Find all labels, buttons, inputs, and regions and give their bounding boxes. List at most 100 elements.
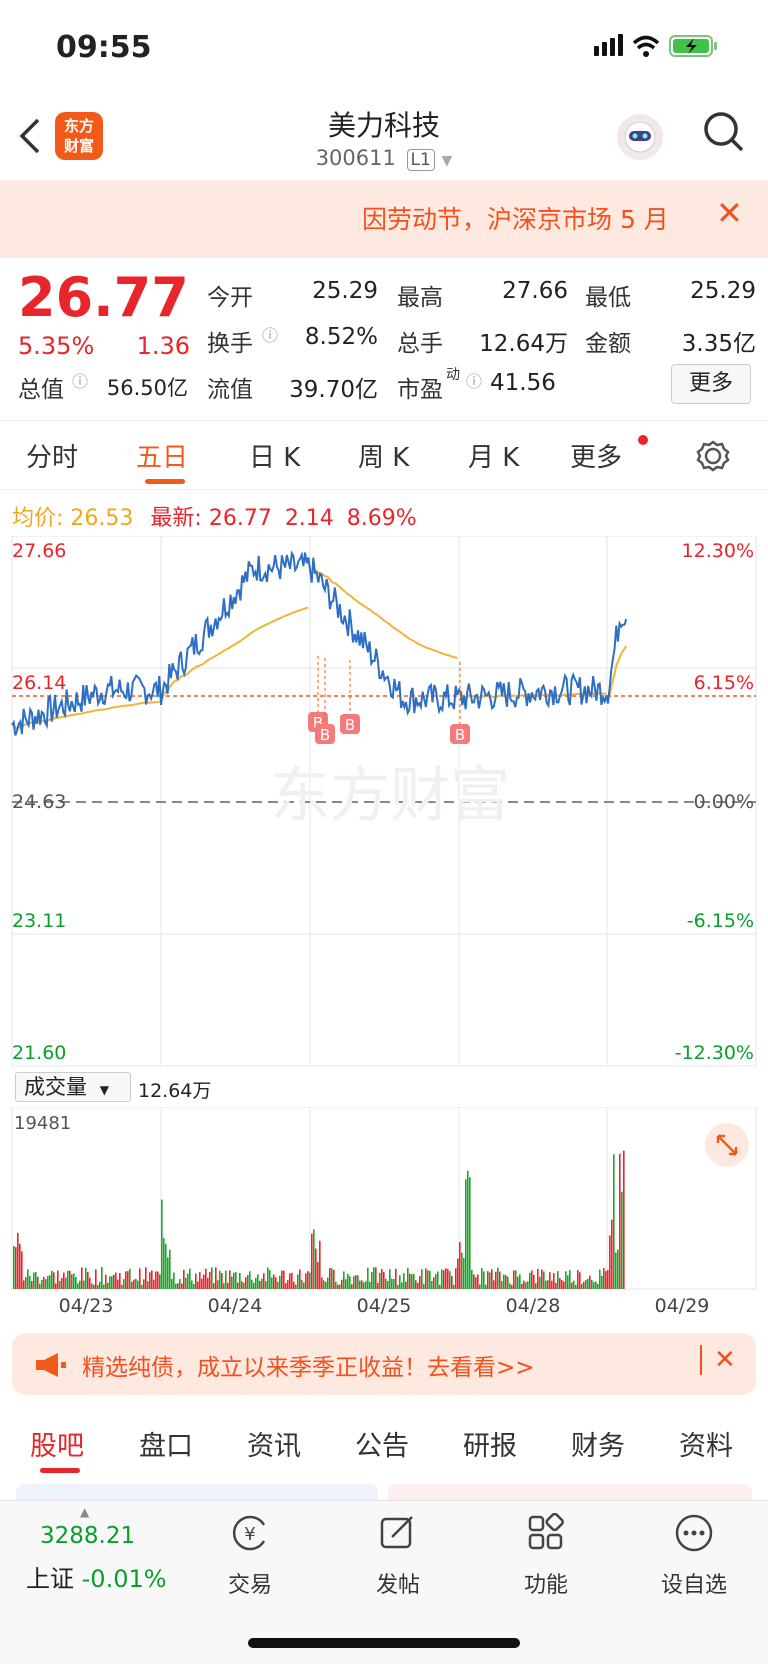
volume-bar: [179, 1279, 181, 1289]
info-icon[interactable]: ⓘ: [466, 368, 482, 392]
volume-bar: [479, 1284, 481, 1289]
tab-announcements[interactable]: 公告: [355, 1424, 409, 1463]
volume-bar: [291, 1272, 293, 1289]
volume-bar: [335, 1281, 337, 1289]
close-icon[interactable]: ✕: [716, 194, 743, 232]
price-chart[interactable]: 东方财富 BBBB 27.66 26.14 24.63 23.11 21.60 …: [0, 536, 768, 1070]
info-icon[interactable]: ⓘ: [262, 322, 278, 346]
tab-intraday[interactable]: 分时: [26, 437, 78, 474]
index-row[interactable]: 上证 -0.01%: [26, 1559, 167, 1594]
volume-bar: [61, 1278, 63, 1289]
megaphone-icon: [36, 1353, 66, 1377]
volume-bar: [13, 1246, 15, 1289]
volume-bar: [333, 1270, 335, 1289]
volume-bar: [165, 1243, 167, 1289]
volume-bar: [501, 1281, 503, 1289]
volume-bar: [101, 1267, 103, 1289]
settings-gear-icon[interactable]: [696, 439, 730, 473]
volume-bar: [155, 1271, 157, 1289]
volume-bar: [345, 1279, 347, 1289]
volume-bar: [581, 1283, 583, 1289]
volume-bar: [349, 1276, 351, 1289]
change-pct: 5.35%: [18, 332, 95, 360]
volume-bar: [299, 1269, 301, 1289]
volume-bar: [505, 1275, 507, 1289]
volume-bar: [241, 1281, 243, 1289]
volume-selector[interactable]: 成交量 ▼: [15, 1072, 131, 1102]
tab-research[interactable]: 研报: [463, 1424, 517, 1463]
volume-bar: [451, 1275, 453, 1289]
caret-down-icon: ▼: [99, 1083, 109, 1097]
tab-profile[interactable]: 资料: [679, 1424, 733, 1463]
volume-bar: [17, 1232, 19, 1289]
volume-bar: [131, 1281, 133, 1289]
volume-bar: [485, 1284, 487, 1289]
tab-daily-k[interactable]: 日 K: [249, 437, 300, 474]
grid-icon[interactable]: [526, 1513, 566, 1553]
compose-icon[interactable]: [378, 1513, 418, 1553]
volume-bar: [513, 1270, 515, 1289]
volume-bar: [83, 1280, 85, 1289]
tab-forum[interactable]: 股吧: [30, 1424, 84, 1463]
nav-add-watchlist[interactable]: 设自选: [644, 1567, 744, 1599]
volume-bar: [419, 1276, 421, 1289]
notification-dot: [638, 435, 648, 445]
volume-bar: [555, 1283, 557, 1289]
tab-weekly-k[interactable]: 周 K: [358, 437, 409, 474]
volume-bar: [407, 1268, 409, 1289]
tab-more[interactable]: 更多: [570, 437, 622, 474]
nav-functions[interactable]: 功能: [496, 1567, 596, 1599]
volume-bar: [449, 1271, 451, 1289]
volume-bar: [181, 1283, 183, 1289]
more-dots-icon[interactable]: [674, 1513, 714, 1553]
volume-bar: [397, 1284, 399, 1289]
more-button[interactable]: 更多: [671, 364, 751, 404]
current-price: 26.77: [18, 266, 189, 329]
volume-bar: [391, 1278, 393, 1289]
volume-bar: [369, 1281, 371, 1289]
volume-bar: [321, 1277, 323, 1289]
volume-bar: [47, 1276, 49, 1289]
volume-bar: [297, 1274, 299, 1289]
volume-bar: [319, 1240, 321, 1289]
volume-bar: [267, 1267, 269, 1289]
volume-bar: [313, 1229, 315, 1289]
search-icon[interactable]: [702, 110, 746, 154]
volume-bar: [19, 1243, 21, 1289]
volume-bar: [341, 1279, 343, 1289]
nav-post[interactable]: 发帖: [348, 1567, 448, 1599]
tab-order-book[interactable]: 盘口: [139, 1424, 193, 1463]
volume-bar: [503, 1274, 505, 1289]
volume-bar: [227, 1282, 229, 1289]
volume-bar: [57, 1270, 59, 1289]
volume-bar: [579, 1272, 581, 1289]
volume-bar: [491, 1269, 493, 1289]
volume-bar: [219, 1270, 221, 1289]
assistant-avatar[interactable]: [617, 114, 663, 160]
volume-bar: [577, 1270, 579, 1289]
nav-trade[interactable]: 交易: [200, 1567, 300, 1599]
volume-bar: [381, 1269, 383, 1289]
y-right-label: 0.00%: [694, 791, 754, 813]
latest-change: 2.14: [284, 506, 334, 531]
volume-bar: [133, 1279, 135, 1289]
status-time: 09:55: [56, 30, 152, 65]
volume-bar: [617, 1249, 619, 1289]
tab-monthly-k[interactable]: 月 K: [468, 437, 519, 474]
tab-five-day[interactable]: 五日: [136, 437, 188, 474]
volume-chart[interactable]: 19481 04/23 04/24 04/25 04/28 04/29: [0, 1107, 768, 1317]
notice-banner[interactable]: 因劳动节，沪深京市场 5 月 ✕: [0, 180, 768, 258]
volume-bar: [337, 1284, 339, 1289]
change-amt: 1.36: [136, 332, 190, 360]
tab-financials[interactable]: 财务: [571, 1424, 625, 1463]
price-line: [11, 550, 628, 736]
buy-marker-label: B: [320, 726, 330, 744]
volume-bar: [27, 1269, 29, 1289]
info-icon[interactable]: ⓘ: [72, 368, 88, 392]
trade-yen-icon[interactable]: ¥: [230, 1513, 270, 1553]
promo-banner[interactable]: 精选纯债，成立以来季季正收益！去看看>> ✕: [12, 1333, 756, 1395]
close-icon[interactable]: ✕: [700, 1345, 736, 1375]
index-value[interactable]: 3288.21: [40, 1523, 135, 1549]
tab-news[interactable]: 资讯: [247, 1424, 301, 1463]
volume-bar: [603, 1268, 605, 1289]
